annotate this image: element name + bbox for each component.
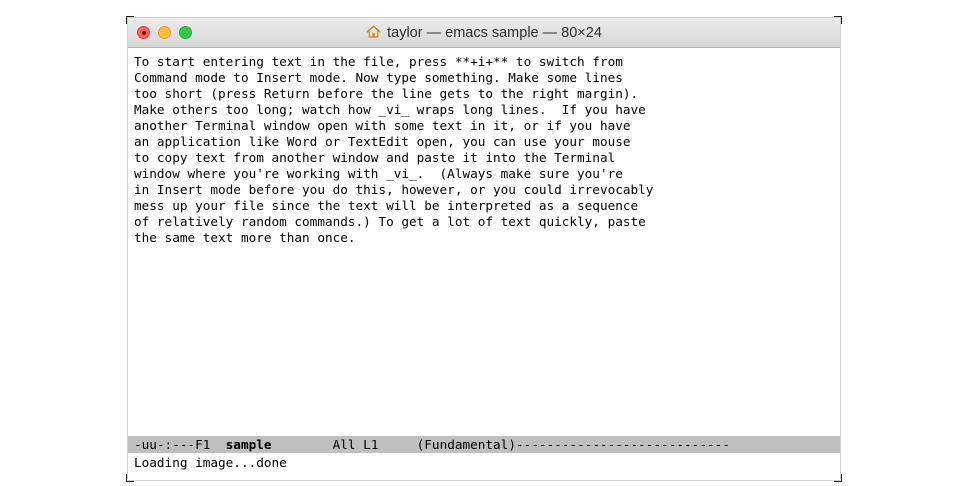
minibuffer[interactable]: Loading image...done — [134, 455, 287, 471]
window-title: taylor — emacs sample — 80×24 — [128, 18, 840, 48]
buffer-line: the same text more than once. — [134, 230, 356, 245]
window-corner — [834, 474, 842, 482]
buffer-line: another Terminal window open with some t… — [134, 118, 631, 133]
mode-line-major-mode: (Fundamental)---------------------------… — [416, 437, 730, 452]
buffer-line: Make others too long; watch how _vi_ wra… — [134, 102, 646, 117]
mode-line-buffer-name: sample — [225, 437, 272, 452]
buffer-text-area[interactable]: To start entering text in the file, pres… — [134, 54, 840, 246]
buffer-line: window where you're working with _vi_. (… — [134, 166, 623, 181]
buffer-line: too short (press Return before the line … — [134, 86, 639, 101]
terminal-window: taylor — emacs sample — 80×24 To start e… — [126, 16, 842, 482]
buffer-line: Command mode to Insert mode. Now type so… — [134, 70, 623, 85]
buffer-line: of relatively random commands.) To get a… — [134, 214, 646, 229]
window-corner — [126, 474, 134, 482]
mode-line-status: -uu-:---F1 — [134, 437, 226, 452]
buffer-line: an application like Word or TextEdit ope… — [134, 134, 631, 149]
buffer-line: To start entering text in the file, pres… — [134, 54, 623, 69]
mode-line-position: All L1 — [271, 437, 417, 452]
house-icon — [366, 24, 381, 42]
buffer-line: in Insert mode before you do this, howev… — [134, 182, 654, 197]
buffer-line: to copy text from another window and pas… — [134, 150, 616, 165]
buffer-line: mess up your file since the text will be… — [134, 198, 639, 213]
mode-line: -uu-:---F1 sample All L1 (Fundamental)--… — [128, 436, 840, 453]
window-title-text: taylor — emacs sample — 80×24 — [387, 25, 602, 41]
title-bar[interactable]: taylor — emacs sample — 80×24 — [128, 18, 840, 48]
